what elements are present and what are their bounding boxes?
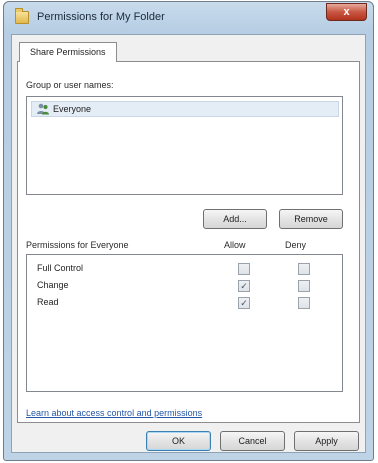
deny-checkbox[interactable] <box>298 280 310 292</box>
list-item-everyone[interactable]: Everyone <box>31 101 339 117</box>
dialog-body: Share Permissions Group or user names: E… <box>11 34 366 453</box>
cancel-button[interactable]: Cancel <box>220 431 285 451</box>
tab-share-permissions[interactable]: Share Permissions <box>19 42 117 62</box>
permissions-list: Full Control Change ✓ Read ✓ <box>26 254 343 392</box>
folder-icon <box>15 8 29 24</box>
deny-checkbox[interactable] <box>298 297 310 309</box>
close-button[interactable]: x <box>326 3 367 21</box>
allow-checkbox[interactable]: ✓ <box>238 297 250 309</box>
list-item-label: Everyone <box>53 104 92 114</box>
permission-row-change: Change ✓ <box>27 278 342 295</box>
window-title: Permissions for My Folder <box>37 11 165 23</box>
permission-name: Full Control <box>37 263 84 273</box>
add-button[interactable]: Add... <box>203 209 267 229</box>
group-list[interactable]: Everyone <box>26 96 343 195</box>
ok-button[interactable]: OK <box>146 431 211 451</box>
deny-checkbox[interactable] <box>298 263 310 275</box>
allow-checkbox[interactable]: ✓ <box>238 280 250 292</box>
title-bar[interactable]: Permissions for My Folder x <box>4 2 373 34</box>
group-label: Group or user names: <box>26 80 114 90</box>
tab-panel: Group or user names: Everyone Add... Rem… <box>17 61 360 423</box>
allow-checkbox[interactable] <box>238 263 250 275</box>
permission-row-read: Read ✓ <box>27 295 342 312</box>
permission-name: Read <box>37 297 59 307</box>
apply-button[interactable]: Apply <box>294 431 359 451</box>
permissions-label: Permissions for Everyone <box>26 240 129 250</box>
permission-name: Change <box>37 280 69 290</box>
allow-header: Allow <box>224 240 246 250</box>
deny-header: Deny <box>285 240 307 250</box>
permission-row-full-control: Full Control <box>27 261 342 278</box>
access-control-link[interactable]: Learn about access control and permissio… <box>26 408 202 418</box>
permissions-window: Permissions for My Folder x Share Permis… <box>3 1 374 461</box>
users-icon <box>37 103 49 115</box>
remove-button[interactable]: Remove <box>279 209 343 229</box>
